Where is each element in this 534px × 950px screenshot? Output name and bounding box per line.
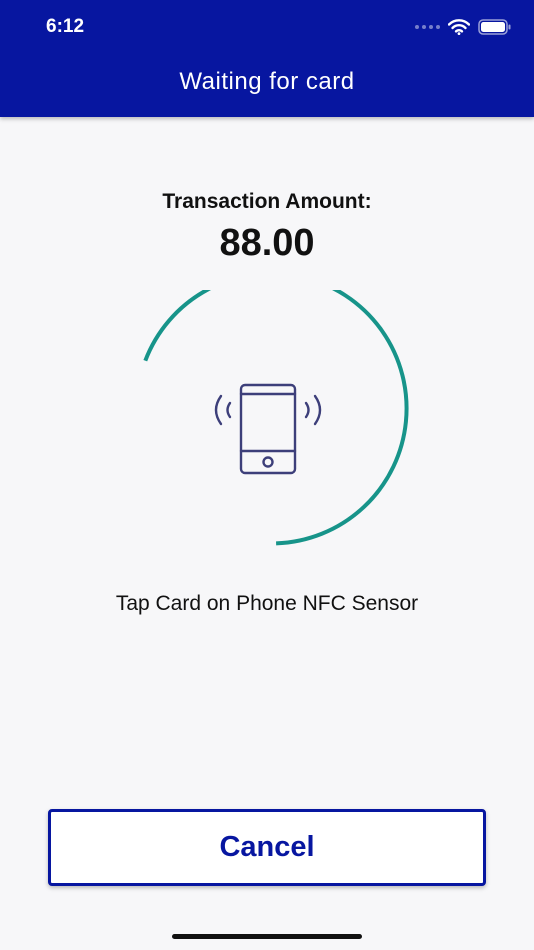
transaction-amount-label: Transaction Amount: — [162, 190, 372, 213]
wifi-icon — [448, 19, 470, 35]
app-header: 6:12 Waiting for card — [0, 0, 534, 117]
cancel-button[interactable]: Cancel — [48, 809, 486, 886]
waiting-for-card-screen: 6:12 Waiting for card Transaction Amount… — [0, 0, 534, 950]
home-indicator[interactable] — [172, 934, 362, 939]
page-title: Waiting for card — [179, 68, 355, 95]
phone-nfc-icon — [214, 383, 322, 475]
battery-icon — [478, 19, 511, 35]
nfc-reader-graphic — [143, 290, 409, 546]
cellular-signal-icon — [415, 25, 440, 29]
status-icons — [415, 17, 512, 37]
status-time: 6:12 — [46, 16, 85, 37]
tap-card-instruction: Tap Card on Phone NFC Sensor — [115, 592, 419, 615]
transaction-amount-value: 88.00 — [219, 222, 315, 264]
progress-ring — [143, 290, 409, 546]
